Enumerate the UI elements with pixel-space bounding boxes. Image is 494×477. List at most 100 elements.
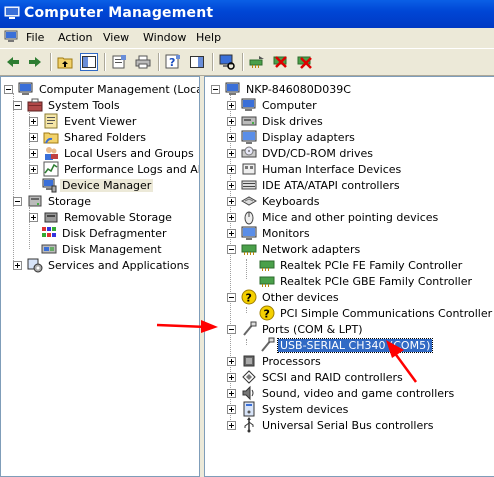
device-category-network-adapters[interactable]: Network adapters bbox=[227, 241, 362, 257]
device-label: Realtek PCIe GBE Family Controller bbox=[280, 274, 473, 288]
expand-toggle[interactable] bbox=[227, 356, 236, 366]
collapse-toggle[interactable] bbox=[13, 196, 22, 206]
annotation-arrow-usb-serial bbox=[386, 340, 418, 383]
sound-icon bbox=[242, 385, 254, 401]
expand-toggle[interactable] bbox=[227, 180, 236, 190]
tree-label: Disk Defragmenter bbox=[62, 226, 167, 240]
annotation-arrow-ports bbox=[156, 320, 218, 333]
computer-icon bbox=[225, 82, 240, 95]
port-connector-icon bbox=[243, 321, 257, 336]
menu-window[interactable]: Window bbox=[143, 31, 186, 44]
expand-toggle[interactable] bbox=[227, 388, 236, 398]
collapse-toggle[interactable] bbox=[13, 100, 22, 110]
expand-toggle[interactable] bbox=[227, 420, 236, 430]
device-label: PCI Simple Communications Controller bbox=[280, 306, 493, 320]
tree-item-event-viewer[interactable]: Event Viewer bbox=[29, 113, 138, 129]
tree-item-disk-defragmenter[interactable]: Disk Defragmenter bbox=[41, 225, 169, 241]
tree-root-computer-management[interactable]: Computer Management (Local) bbox=[4, 81, 199, 97]
device-category-other-devices[interactable]: ? Other devices bbox=[227, 289, 341, 305]
title-bar: Computer Management bbox=[0, 0, 494, 28]
menu-action[interactable]: Action bbox=[58, 31, 92, 44]
expand-toggle[interactable] bbox=[29, 132, 38, 142]
forward-icon[interactable] bbox=[26, 53, 44, 71]
device-category-computer[interactable]: Computer bbox=[227, 97, 319, 113]
tree-item-shared-folders[interactable]: Shared Folders bbox=[29, 129, 148, 145]
device-category-usb-controllers[interactable]: Universal Serial Bus controllers bbox=[227, 417, 435, 433]
device-category-label: Universal Serial Bus controllers bbox=[262, 418, 434, 432]
disk-drive-icon bbox=[241, 116, 257, 126]
expand-toggle[interactable] bbox=[227, 148, 236, 158]
collapse-toggle[interactable] bbox=[227, 244, 236, 254]
update-driver-icon[interactable] bbox=[248, 53, 266, 71]
device-category-system-devices[interactable]: System devices bbox=[227, 401, 350, 417]
collapse-toggle[interactable] bbox=[211, 84, 220, 94]
menu-view[interactable]: View bbox=[103, 31, 129, 44]
menu-help[interactable]: Help bbox=[196, 31, 221, 44]
computer-icon bbox=[241, 98, 256, 111]
expand-toggle[interactable] bbox=[227, 116, 236, 126]
device-category-keyboards[interactable]: Keyboards bbox=[227, 193, 321, 209]
expand-toggle[interactable] bbox=[13, 260, 22, 270]
collapse-toggle[interactable] bbox=[227, 324, 236, 334]
menu-file[interactable]: File bbox=[26, 31, 44, 44]
tree-item-services-applications[interactable]: Services and Applications bbox=[13, 257, 191, 273]
system-menu-icon[interactable] bbox=[4, 30, 18, 44]
scan-hardware-icon[interactable] bbox=[218, 53, 236, 71]
expand-toggle[interactable] bbox=[227, 372, 236, 382]
device-category-display-adapters[interactable]: Display adapters bbox=[227, 129, 357, 145]
device-realtek-fe[interactable]: Realtek PCIe FE Family Controller bbox=[259, 257, 464, 273]
expand-toggle[interactable] bbox=[29, 212, 38, 222]
tree-label: Removable Storage bbox=[64, 210, 172, 224]
expand-toggle[interactable] bbox=[227, 132, 236, 142]
uninstall-icon[interactable] bbox=[272, 53, 290, 71]
device-category-label: IDE ATA/ATAPI controllers bbox=[262, 178, 400, 192]
back-icon[interactable] bbox=[4, 53, 22, 71]
scsi-controller-icon bbox=[242, 370, 256, 384]
tree-item-system-tools[interactable]: System Tools bbox=[13, 97, 122, 113]
print-icon[interactable] bbox=[134, 53, 152, 71]
device-manager-icon bbox=[42, 178, 57, 193]
device-category-hid[interactable]: Human Interface Devices bbox=[227, 161, 403, 177]
up-folder-icon[interactable] bbox=[56, 53, 74, 71]
tree-item-removable-storage[interactable]: Removable Storage bbox=[29, 209, 174, 225]
tree-item-performance-logs[interactable]: Performance Logs and Alerts bbox=[29, 161, 199, 177]
network-adapter-icon bbox=[241, 244, 257, 255]
device-category-sound-video[interactable]: Sound, video and game controllers bbox=[227, 385, 456, 401]
console-tree-pane[interactable]: Computer Management (Local) System Tools… bbox=[0, 76, 200, 477]
expand-toggle[interactable] bbox=[227, 196, 236, 206]
disable-device-icon[interactable] bbox=[296, 53, 314, 71]
collapse-toggle[interactable] bbox=[227, 292, 236, 302]
device-category-ports[interactable]: Ports (COM & LPT) bbox=[227, 321, 365, 337]
expand-toggle[interactable] bbox=[227, 100, 236, 110]
device-label: Realtek PCIe FE Family Controller bbox=[280, 258, 463, 272]
show-hide-tree-icon[interactable] bbox=[80, 53, 98, 71]
expand-toggle[interactable] bbox=[227, 212, 236, 222]
storage-icon bbox=[28, 195, 42, 207]
collapse-toggle[interactable] bbox=[4, 84, 13, 94]
device-tree-pane[interactable]: NKP-846080D039C Computer Disk drives Dis… bbox=[204, 76, 494, 477]
device-realtek-gbe[interactable]: Realtek PCIe GBE Family Controller bbox=[259, 273, 474, 289]
tree-item-storage[interactable]: Storage bbox=[13, 193, 93, 209]
device-category-disk-drives[interactable]: Disk drives bbox=[227, 113, 325, 129]
expand-toggle[interactable] bbox=[227, 164, 236, 174]
tree-item-device-manager[interactable]: Device Manager bbox=[41, 177, 154, 193]
properties-icon[interactable] bbox=[110, 53, 128, 71]
tree-item-local-users-groups[interactable]: Local Users and Groups bbox=[29, 145, 196, 161]
tree-item-disk-management[interactable]: Disk Management bbox=[41, 241, 164, 257]
tree-label: Disk Management bbox=[62, 242, 162, 256]
show-hide-action-pane-icon[interactable] bbox=[188, 53, 206, 71]
device-category-scsi-raid[interactable]: SCSI and RAID controllers bbox=[227, 369, 405, 385]
expand-toggle[interactable] bbox=[29, 148, 38, 158]
device-category-ide-controllers[interactable]: IDE ATA/ATAPI controllers bbox=[227, 177, 402, 193]
device-tree-root[interactable]: NKP-846080D039C bbox=[211, 81, 353, 97]
device-category-processors[interactable]: Processors bbox=[227, 353, 323, 369]
expand-toggle[interactable] bbox=[29, 164, 38, 174]
device-category-monitors[interactable]: Monitors bbox=[227, 225, 312, 241]
expand-toggle[interactable] bbox=[227, 404, 236, 414]
expand-toggle[interactable] bbox=[29, 116, 38, 126]
device-pci-simple-comm[interactable]: ? PCI Simple Communications Controller bbox=[259, 305, 494, 321]
device-category-mice[interactable]: Mice and other pointing devices bbox=[227, 209, 440, 225]
help-icon[interactable]: ? bbox=[164, 53, 182, 71]
expand-toggle[interactable] bbox=[227, 228, 236, 238]
device-category-dvd-cdrom[interactable]: DVD/CD-ROM drives bbox=[227, 145, 375, 161]
